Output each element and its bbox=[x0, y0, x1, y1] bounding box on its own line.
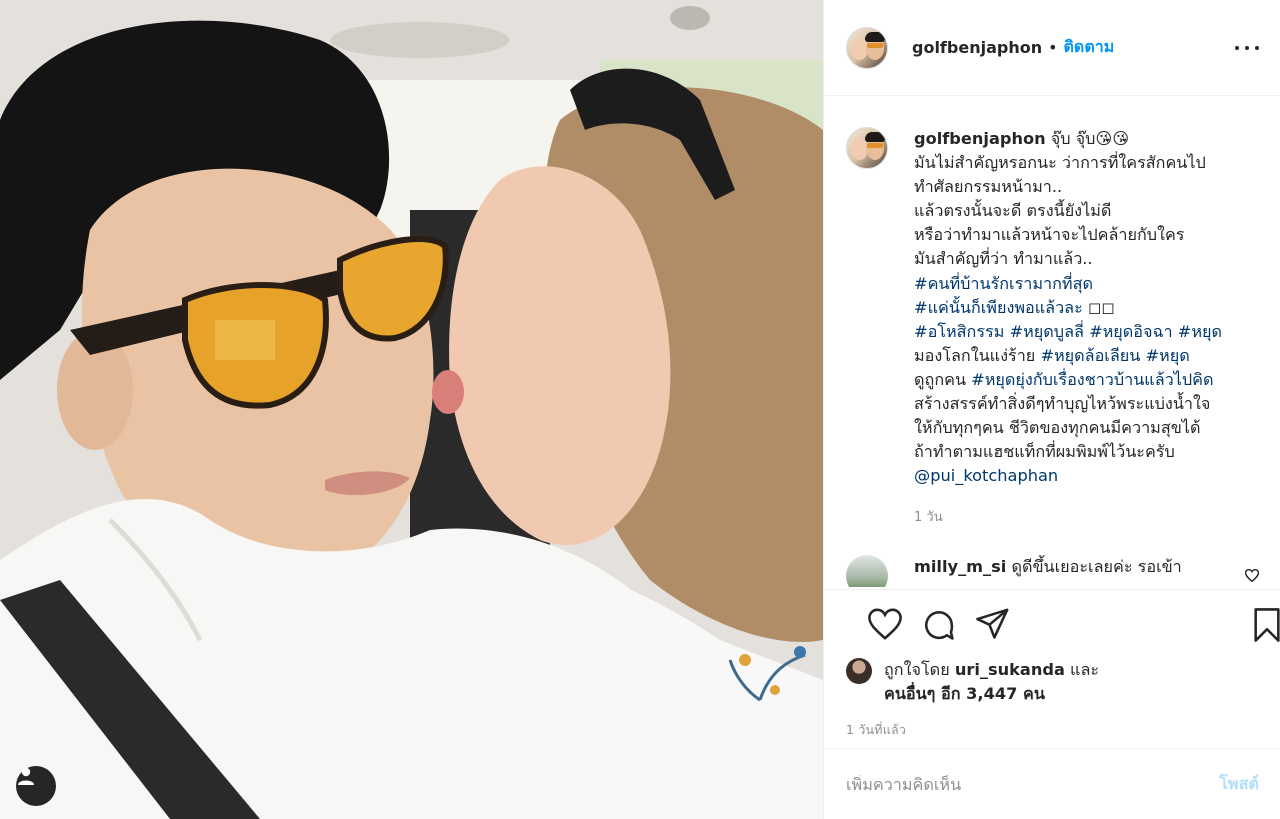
caption-symbols: ◻◻ bbox=[1082, 297, 1115, 317]
author-avatar[interactable] bbox=[846, 26, 888, 69]
comments-section: golfbenjaphon จุ๊บ จุ๊บ😘😘 มันไม่สำคัญหรอ… bbox=[824, 97, 1280, 587]
caption-text: golfbenjaphon จุ๊บ จุ๊บ😘😘 มันไม่สำคัญหรอ… bbox=[914, 127, 1259, 488]
caption-timestamp[interactable]: 1 วัน bbox=[914, 506, 1259, 527]
hashtag[interactable]: #หยุด bbox=[1178, 322, 1222, 341]
comment-like-heart-icon[interactable] bbox=[1245, 569, 1259, 583]
hashtag[interactable]: #คนที่บ้านรักเรามากที่สุด bbox=[914, 274, 1093, 293]
user-tag-button[interactable] bbox=[16, 766, 56, 806]
post-side-panel: golfbenjaphon • ติดตาม golfbenjaphon จุ๊… bbox=[823, 0, 1280, 819]
bookmark-icon[interactable] bbox=[1252, 608, 1280, 642]
post-comment-button[interactable]: โพสต์ bbox=[1219, 771, 1259, 797]
hashtag[interactable]: #อโหสิกรรม bbox=[914, 322, 1004, 341]
hashtag[interactable]: #แค่นั้นก็เพียงพอแล้วละ bbox=[914, 298, 1083, 317]
add-comment-bar: โพสต์ bbox=[824, 748, 1280, 819]
comment-item: milly_m_si ดูดีขึ้นเยอะเลยค่ะ รอเข้า bbox=[846, 555, 1259, 587]
likes-text: ถูกใจโดย uri_sukanda และคนอื่นๆ อีก 3,44… bbox=[884, 658, 1099, 706]
likes-prefix: ถูกใจโดย bbox=[884, 660, 955, 679]
likes-and: และ bbox=[1064, 660, 1100, 679]
caption: golfbenjaphon จุ๊บ จุ๊บ😘😘 มันไม่สำคัญหรอ… bbox=[846, 127, 1259, 527]
comment-body: ดูดีขึ้นเยอะเลยค่ะ รอเข้า bbox=[1011, 557, 1182, 577]
post-photo[interactable] bbox=[0, 0, 823, 819]
follow-button[interactable]: ติดตาม bbox=[1064, 35, 1115, 60]
hashtag[interactable]: #หยุดล้อเลียน bbox=[1040, 346, 1140, 365]
photo-illustration bbox=[0, 0, 823, 819]
liker-username[interactable]: uri_sukanda bbox=[955, 660, 1065, 679]
comment-input[interactable] bbox=[846, 774, 1220, 794]
paper-plane-icon[interactable] bbox=[976, 608, 1010, 640]
comment-icon[interactable] bbox=[922, 608, 956, 642]
person-icon bbox=[18, 767, 34, 785]
caption-fragment: มองโลกในแง่ร้าย bbox=[914, 345, 1041, 365]
post-header: golfbenjaphon • ติดตาม bbox=[824, 0, 1280, 96]
likes-summary: ถูกใจโดย uri_sukanda และคนอื่นๆ อีก 3,44… bbox=[846, 658, 1259, 706]
mention-link[interactable]: @pui_kotchaphan bbox=[914, 466, 1058, 485]
heart-icon[interactable] bbox=[868, 608, 902, 640]
likes-count[interactable]: คนอื่นๆ อีก 3,447 คน bbox=[884, 684, 1045, 703]
hashtag[interactable]: #หยุดบูลลี่ bbox=[1010, 322, 1084, 341]
post-actions: ถูกใจโดย uri_sukanda และคนอื่นๆ อีก 3,44… bbox=[824, 589, 1280, 749]
hashtag[interactable]: #หยุดยุ่งกับเรื่องชาวบ้านแล้วไปคิด bbox=[971, 370, 1213, 389]
comment-text: milly_m_si ดูดีขึ้นเยอะเลยค่ะ รอเข้า bbox=[914, 555, 1182, 587]
action-icons bbox=[846, 590, 1280, 662]
caption-username[interactable]: golfbenjaphon bbox=[914, 129, 1046, 148]
more-options-button[interactable] bbox=[1235, 36, 1259, 60]
author-username[interactable]: golfbenjaphon bbox=[912, 38, 1042, 57]
hashtag[interactable]: #หยุด bbox=[1145, 346, 1189, 365]
caption-tail: สร้างสรรค์ทำสิ่งดีๆทำบุญไหว้พระแบ่งน้ำใจ… bbox=[914, 394, 1211, 462]
post-timestamp[interactable]: 1 วันที่แล้ว bbox=[846, 720, 1259, 740]
commenter-avatar[interactable] bbox=[846, 555, 888, 587]
hashtag[interactable]: #หยุดอิจฉา bbox=[1089, 322, 1173, 341]
more-horizontal-icon bbox=[1235, 46, 1239, 50]
caption-body: จุ๊บ จุ๊บ😘😘 มันไม่สำคัญหรอกนะ ว่าการที่ใ… bbox=[914, 129, 1206, 269]
header-separator: • bbox=[1048, 38, 1058, 57]
comment-username[interactable]: milly_m_si bbox=[914, 557, 1006, 576]
caption-author-avatar[interactable] bbox=[846, 127, 888, 169]
caption-fragment: ดูถูกคน bbox=[914, 369, 972, 389]
